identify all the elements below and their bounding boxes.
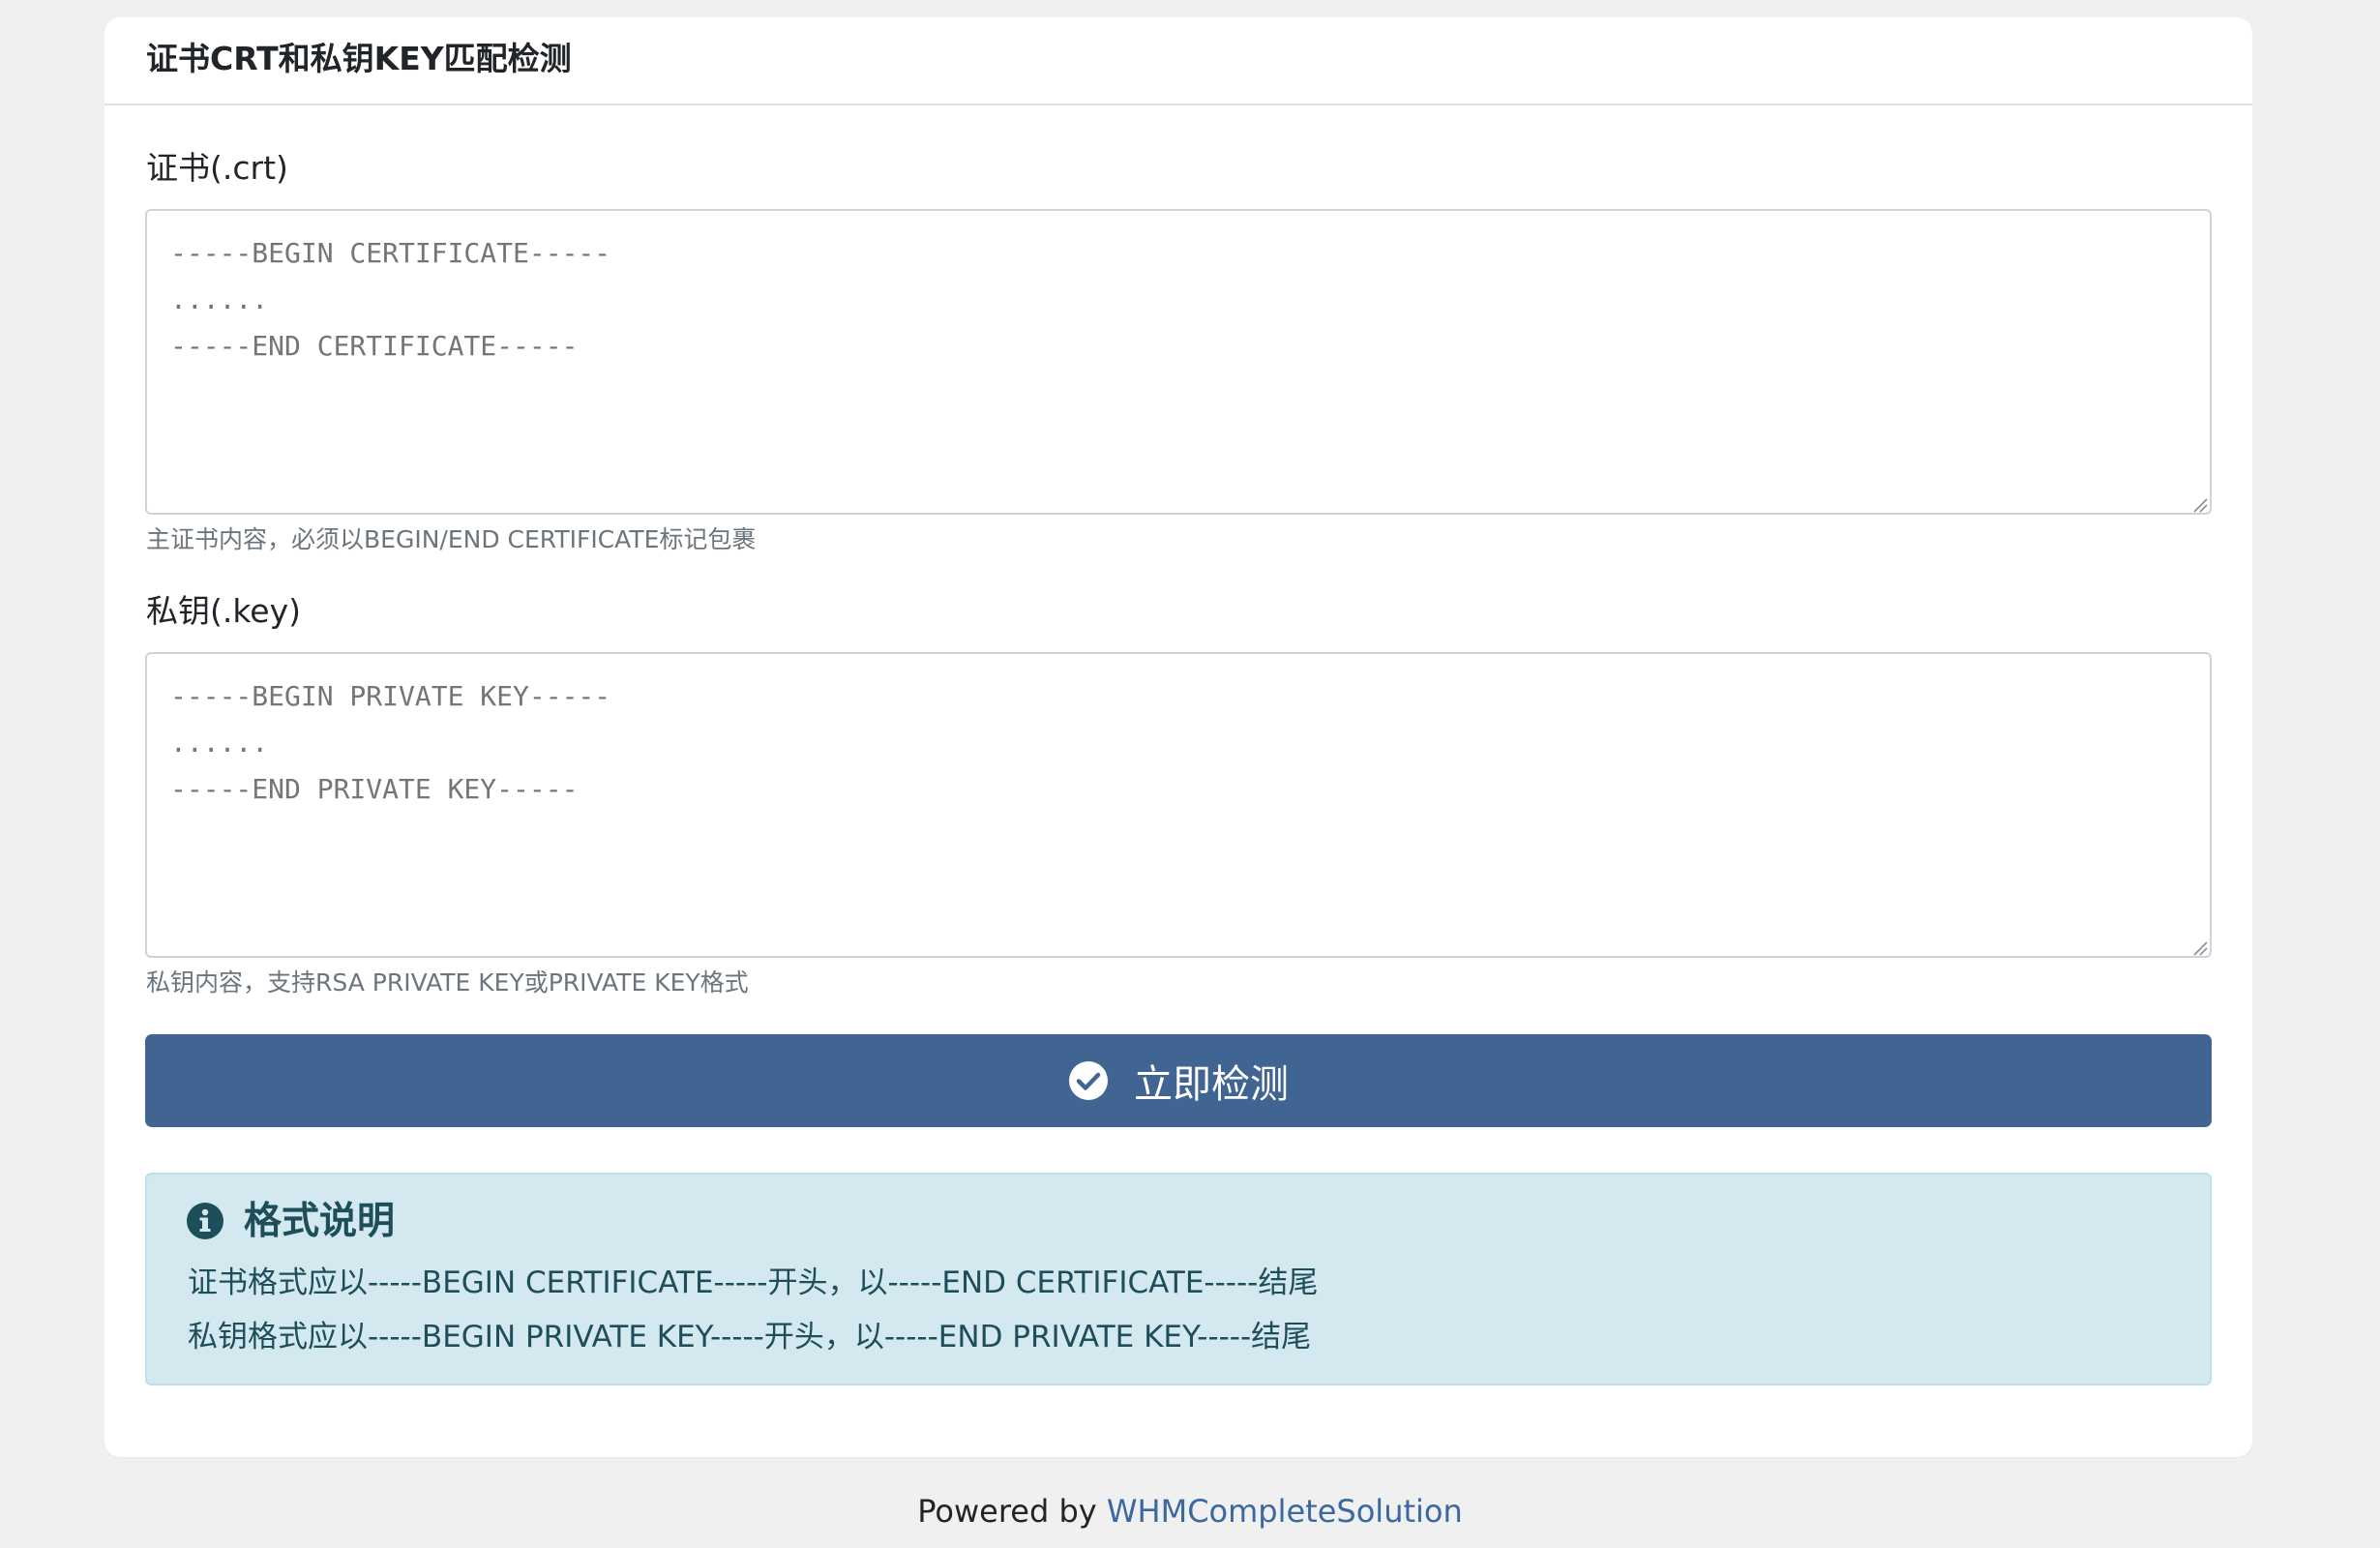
info-line-certificate: 证书格式应以-----BEGIN CERTIFICATE-----开头，以---… <box>188 1265 1319 1300</box>
footer-prefix: Powered by <box>917 1493 1097 1530</box>
check-now-button[interactable]: 立即检测 <box>145 1034 2212 1127</box>
info-title: 格式说明 <box>244 1200 396 1243</box>
private-key-textarea[interactable] <box>145 652 2212 958</box>
card-title: 证书CRT和私钥KEY匹配检测 <box>146 40 572 77</box>
format-info-box: 格式说明 证书格式应以-----BEGIN CERTIFICATE-----开头… <box>145 1173 2212 1385</box>
check-circle-icon <box>1069 1061 1108 1100</box>
info-circle-icon <box>187 1203 223 1239</box>
certificate-textarea[interactable] <box>145 209 2212 515</box>
check-now-button-label: 立即检测 <box>1134 1063 1289 1106</box>
resize-grip-icon[interactable] <box>2192 497 2208 513</box>
footer-link[interactable]: WHMCompleteSolution <box>1107 1493 1463 1530</box>
private-key-label: 私钥(.key) <box>146 592 302 630</box>
certificate-label: 证书(.crt) <box>146 149 288 187</box>
card-header: 证书CRT和私钥KEY匹配检测 <box>104 17 2252 105</box>
certificate-help-text: 主证书内容，必须以BEGIN/END CERTIFICATE标记包裹 <box>146 525 757 553</box>
footer: Powered by WHMCompleteSolution <box>0 1492 2380 1531</box>
resize-grip-icon[interactable] <box>2192 940 2208 956</box>
info-line-private-key: 私钥格式应以-----BEGIN PRIVATE KEY-----开头，以---… <box>188 1320 1312 1354</box>
main-card: 证书CRT和私钥KEY匹配检测 证书(.crt) 主证书内容，必须以BEGIN/… <box>104 17 2252 1457</box>
private-key-help-text: 私钥内容，支持RSA PRIVATE KEY或PRIVATE KEY格式 <box>146 968 749 997</box>
